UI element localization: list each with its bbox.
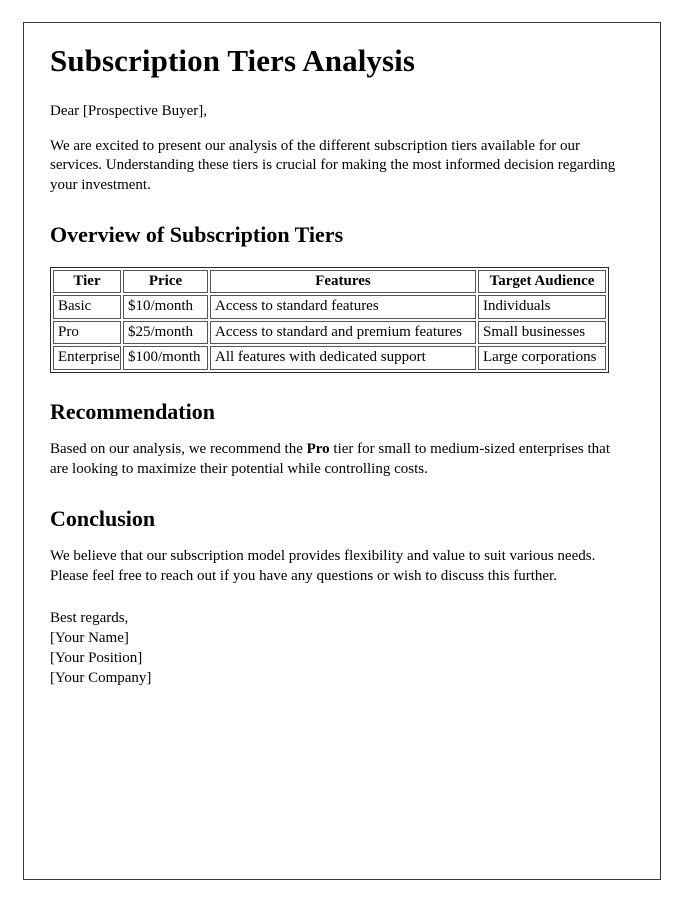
signature-closing: Best regards,: [50, 610, 129, 627]
section-heading-conclusion: Conclusion: [50, 505, 156, 531]
document-page-frame: Subscription Tiers Analysis Dear [Prospe…: [23, 22, 661, 880]
column-header-target-audience: Target Audience: [478, 269, 606, 294]
cell-features: Access to standard and premium features: [210, 320, 476, 345]
table-row: Basic $10/month Access to standard featu…: [53, 295, 606, 319]
cell-price: $100/month: [123, 346, 208, 370]
recommendation-emphasized-tier: Pro: [306, 441, 330, 458]
cell-price: $25/month: [123, 320, 208, 345]
cell-audience: Individuals: [478, 295, 606, 319]
cell-features: Access to standard features: [210, 295, 476, 319]
signature-position: [Your Position]: [50, 650, 143, 667]
column-header-price: Price: [123, 269, 208, 294]
cell-features: All features with dedicated support: [210, 346, 476, 370]
cell-price: $10/month: [123, 295, 208, 319]
recommendation-paragraph: Based on our analysis, we recommend the …: [50, 440, 616, 480]
signature-block: Best regards, [Your Name] [Your Position…: [50, 609, 616, 689]
table-row: Enterprise $100/month All features with …: [53, 346, 606, 370]
cell-tier: Enterprise: [53, 346, 121, 370]
section-heading-overview: Overview of Subscription Tiers: [50, 222, 344, 248]
subscription-tiers-table: Tier Price Features Target Audience Basi…: [50, 266, 609, 373]
cell-tier: Basic: [53, 295, 121, 319]
conclusion-paragraph: We believe that our subscription model p…: [50, 548, 596, 585]
salutation-text: Dear [Prospective Buyer],: [50, 102, 208, 119]
page-title: Subscription Tiers Analysis: [50, 43, 416, 78]
table-row: Pro $25/month Access to standard and pre…: [53, 320, 606, 345]
column-header-features: Features: [210, 269, 476, 294]
section-heading-recommendation: Recommendation: [50, 398, 215, 424]
column-header-tier: Tier: [53, 269, 121, 294]
document-content: Subscription Tiers Analysis Dear [Prospe…: [50, 43, 616, 689]
signature-company: [Your Company]: [50, 670, 152, 687]
intro-paragraph: We are excited to present our analysis o…: [50, 137, 616, 194]
cell-tier: Pro: [53, 320, 121, 345]
cell-audience: Large corporations: [478, 346, 606, 370]
signature-name: [Your Name]: [50, 630, 129, 647]
recommendation-text-lead: Based on our analysis, we recommend the: [50, 441, 307, 458]
table-header-row: Tier Price Features Target Audience: [53, 269, 606, 294]
cell-audience: Small businesses: [478, 320, 606, 345]
